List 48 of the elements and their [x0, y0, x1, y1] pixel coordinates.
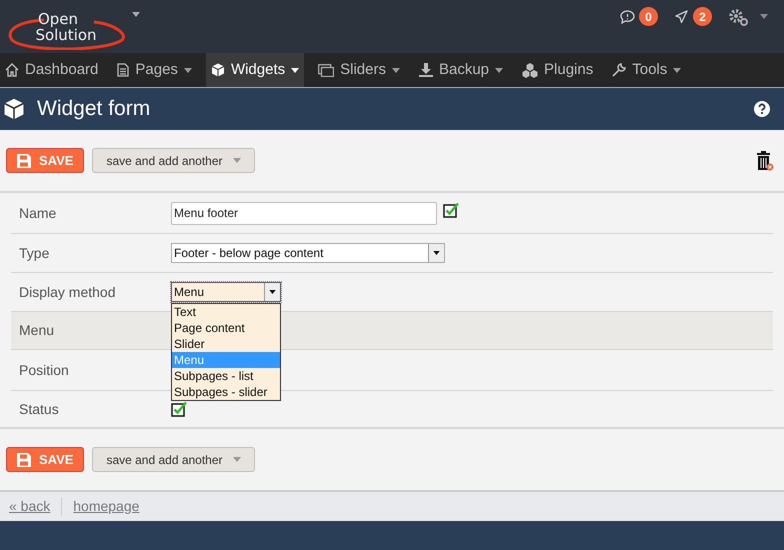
- footer-link[interactable]: « back: [9, 496, 50, 517]
- nav-item[interactable]: Tools: [607, 53, 686, 87]
- speech-bubble-icon[interactable]: [620, 10, 635, 24]
- field-label: Position: [18, 360, 70, 380]
- nav-item[interactable]: Sliders: [313, 53, 405, 87]
- images-icon: [318, 64, 334, 76]
- save-and-add-button[interactable]: save and add another: [92, 447, 255, 472]
- select-field[interactable]: Menu: [171, 282, 281, 302]
- save-and-add-button[interactable]: save and add another: [92, 148, 255, 173]
- trash-icon[interactable]: [756, 150, 774, 170]
- nav-item[interactable]: Widgets: [206, 53, 304, 87]
- field-label: Status: [18, 400, 60, 418]
- nav-item[interactable]: Pages: [112, 53, 197, 87]
- nav-item[interactable]: Plugins: [517, 53, 598, 87]
- caret-icon: [760, 14, 768, 19]
- footer-link[interactable]: homepage: [73, 496, 140, 517]
- caret-icon: [232, 158, 241, 163]
- nav-item[interactable]: Dashboard: [0, 53, 104, 87]
- field-label: Menu: [18, 321, 56, 340]
- name-field[interactable]: Menu footer: [171, 202, 437, 224]
- dropdown-option[interactable]: Text: [172, 304, 280, 320]
- cube-icon: [3, 98, 25, 120]
- page-title: Widget form: [37, 96, 150, 122]
- dropdown-option[interactable]: Subpages - list: [172, 368, 280, 384]
- caret-icon: [269, 290, 276, 294]
- checkbox-checked-icon[interactable]: [171, 401, 187, 417]
- wrench-icon: [612, 63, 626, 77]
- dropdown-option[interactable]: Subpages - slider: [172, 384, 280, 400]
- dropdown-option[interactable]: Slider: [172, 336, 280, 352]
- document-icon: [117, 63, 130, 77]
- checkbox-checked-icon[interactable]: [443, 202, 459, 218]
- count-badge: 0: [639, 7, 658, 26]
- caret-icon: [433, 251, 440, 255]
- field-label: Display method: [18, 282, 116, 302]
- dropdown-option[interactable]: Page content: [172, 320, 280, 336]
- home-icon: [5, 63, 19, 77]
- logo[interactable]: Open Solution: [4, 4, 128, 50]
- count-badge: 2: [693, 7, 712, 26]
- caret-icon: [132, 12, 140, 17]
- help-icon[interactable]: [754, 101, 770, 117]
- cubes-icon: [522, 62, 538, 78]
- nav-item[interactable]: Backup: [414, 53, 508, 87]
- cube-icon: [210, 63, 225, 77]
- caret-icon: [232, 457, 241, 462]
- field-label: Name: [18, 204, 58, 222]
- select-field[interactable]: Footer - below page content: [171, 243, 445, 263]
- field-label: Type: [18, 244, 50, 263]
- download-icon: [418, 63, 433, 77]
